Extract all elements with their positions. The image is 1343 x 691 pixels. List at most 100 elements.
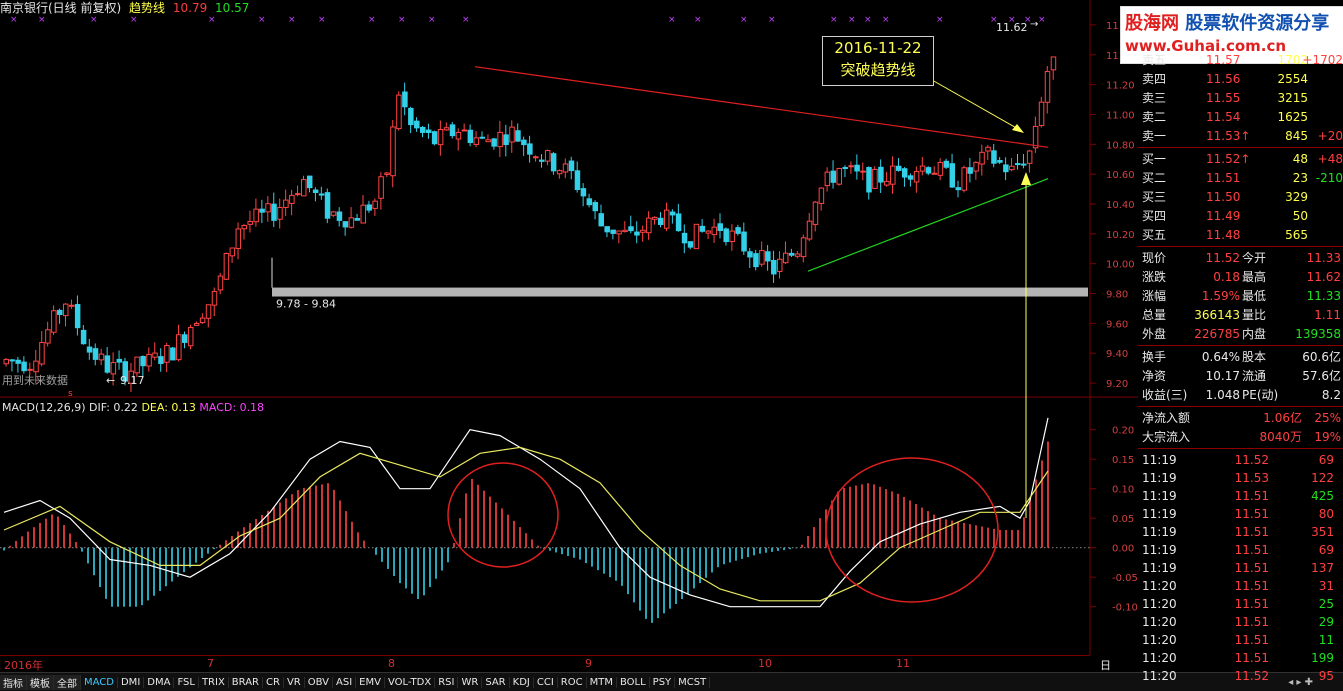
ask-level-label: 卖四 [1142, 72, 1167, 86]
support-trendline [807, 178, 1049, 272]
tick-volume: 69 [1318, 543, 1334, 557]
tick-row: 11:19 11.51 80 [1138, 505, 1343, 523]
candle [15, 356, 21, 373]
candle-up [973, 161, 979, 172]
candle-down [170, 347, 176, 361]
bid-volume: 23 [1292, 171, 1308, 185]
macd-y-tick-label: -0.05 [1112, 573, 1138, 584]
tab-kdj[interactable]: KDJ [510, 676, 534, 688]
tab-wr[interactable]: WR [458, 676, 483, 688]
tick-price: 11.52 [1234, 669, 1269, 683]
x-label-nov: 11 [896, 657, 910, 670]
tab-mcst[interactable]: MCST [675, 676, 711, 688]
candle-up [800, 237, 807, 258]
candlestick-chart[interactable]: 9.20 9.40 9.60 9.80 10.00 10.20 10.40 10.60 10.8… [0, 0, 1138, 398]
x-axis: 2016年 7 8 9 10 11 日线 [0, 655, 1111, 688]
candle [164, 342, 170, 373]
quote-value: 366143 [1194, 308, 1240, 322]
candle [378, 172, 384, 210]
candle-up [509, 126, 515, 143]
bid-price: 11.50 [1206, 190, 1241, 204]
signal-marker: × [130, 15, 138, 25]
tick-price: 11.51 [1234, 633, 1269, 647]
tab-brar[interactable]: BRAR [229, 676, 263, 688]
candle-up [110, 362, 117, 375]
tab-dmi[interactable]: DMI [118, 676, 145, 688]
candle-down [765, 251, 771, 262]
support-band-label: 9.78 - 9.84 [276, 298, 336, 311]
candle-up [562, 163, 569, 173]
tab-sar[interactable]: SAR [482, 676, 510, 688]
candle [872, 166, 878, 190]
flow-percent: 19% [1314, 430, 1341, 444]
macd-chart[interactable]: -0.10 -0.05 0.00 0.05 0.10 0.15 0.20 [0, 398, 1138, 655]
candle [467, 124, 474, 147]
annotation-arrow [931, 79, 1021, 131]
signal-marker: × [668, 15, 676, 25]
candle [354, 213, 361, 221]
tab-cci[interactable]: CCI [534, 676, 558, 688]
candle-down [425, 129, 432, 134]
candle-down [878, 166, 884, 183]
candle-down [991, 150, 997, 164]
candle-up [848, 165, 854, 168]
candle-up [164, 345, 170, 363]
candle-down [604, 226, 610, 233]
tab-voltdx[interactable]: VOL-TDX [385, 676, 436, 688]
quote-key: 今开 [1242, 251, 1267, 265]
candle-down [830, 170, 837, 183]
candle-down [431, 131, 438, 145]
quote-value: 11.52 [1205, 251, 1240, 265]
candle-up [640, 229, 646, 233]
panel-divider [1138, 246, 1343, 247]
candle-up [652, 216, 658, 220]
candle [342, 220, 349, 236]
candle [289, 189, 295, 216]
signal-marker: × [318, 15, 326, 25]
tab-template[interactable]: 模板 [27, 674, 54, 690]
candle-down [521, 139, 527, 146]
tab-indicator[interactable]: 指标 [0, 674, 27, 690]
candle [253, 198, 259, 227]
candle [265, 196, 271, 222]
candle [1020, 154, 1027, 169]
flow-key: 大宗流入 [1142, 430, 1191, 444]
tab-fsl[interactable]: FSL [174, 676, 199, 688]
tab-psy[interactable]: PSY [650, 676, 676, 688]
candle-up [473, 137, 480, 145]
flow-value: 1.06亿 [1263, 411, 1302, 425]
tab-vr[interactable]: VR [284, 676, 305, 688]
tab-boll[interactable]: BOLL [617, 676, 650, 688]
tab-all[interactable]: 全部 [54, 674, 81, 690]
candle-up [919, 165, 926, 172]
tab-trix[interactable]: TRIX [199, 676, 229, 688]
tick-volume: 25 [1318, 597, 1334, 611]
tab-emv[interactable]: EMV [356, 676, 385, 688]
candle-up [330, 211, 337, 216]
tab-asi[interactable]: ASI [333, 676, 357, 688]
candle [842, 165, 848, 178]
fundamental-key: 换手 [1142, 350, 1167, 364]
bid-level-label: 买二 [1142, 171, 1167, 185]
y-tick-label: 11.20 [1106, 81, 1135, 92]
candle-down [366, 204, 372, 211]
quote-row: 涨幅 1.59% 最低 11.33 [1138, 287, 1343, 305]
breakout-annotation: 2016-11-22 突破趋势线 [822, 36, 934, 86]
tab-roc[interactable]: ROC [558, 676, 587, 688]
tab-obv[interactable]: OBV [305, 676, 333, 688]
x-label-year: 2016年 [4, 659, 43, 672]
candle-down [271, 203, 277, 221]
candle-down [420, 126, 426, 133]
tab-dma[interactable]: DMA [144, 676, 175, 688]
tick-price: 11.51 [1234, 651, 1269, 665]
tab-mtm[interactable]: MTM [587, 676, 617, 688]
tab-rsi[interactable]: RSI [435, 676, 459, 688]
candle-down [741, 231, 747, 252]
tab-macd[interactable]: MACD [81, 676, 118, 688]
y-tick-label: 10.60 [1106, 170, 1135, 181]
highlight-ellipse [447, 462, 559, 568]
candle [104, 347, 111, 374]
candle [646, 211, 652, 240]
tab-cr[interactable]: CR [263, 676, 284, 688]
ask-price: 11.55 [1206, 91, 1241, 105]
